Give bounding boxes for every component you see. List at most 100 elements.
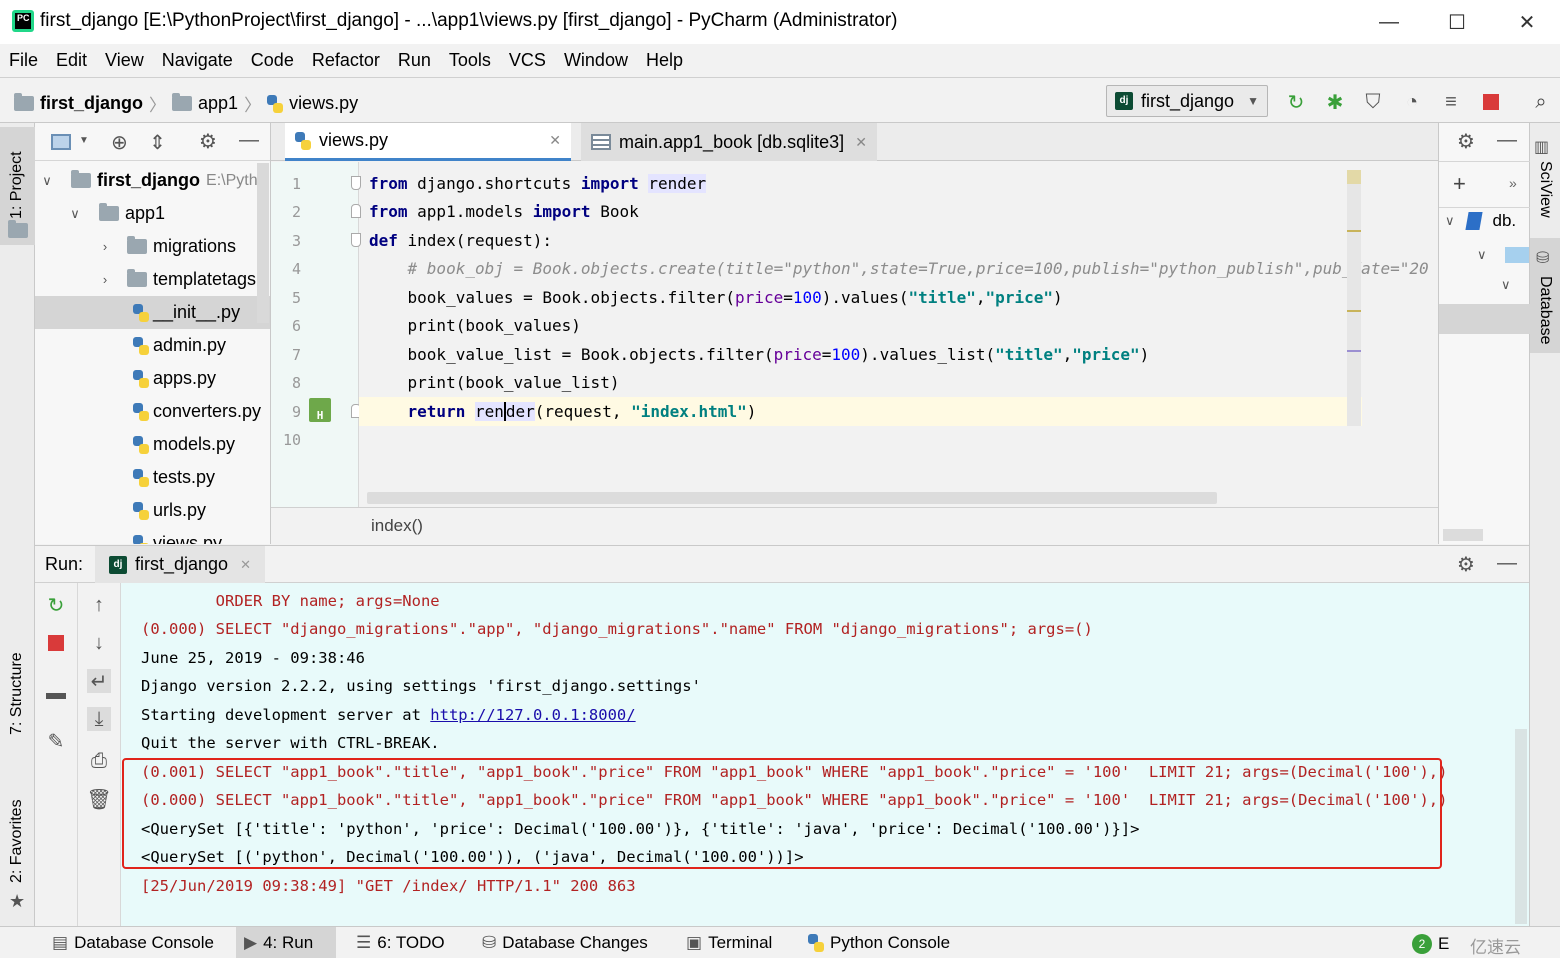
tool-tab-run[interactable]: ▶ 4: Run [236, 927, 336, 958]
project-scrollbar[interactable] [257, 163, 269, 323]
arrow-down-icon[interactable]: ↓ [87, 631, 111, 655]
menu-file[interactable]: File [9, 50, 38, 71]
stop-icon[interactable] [1479, 90, 1503, 114]
close-tab-icon[interactable]: ✕ [855, 134, 867, 151]
tree-item-admin[interactable]: admin.py [35, 329, 270, 362]
hide-icon[interactable]: — [1497, 552, 1517, 575]
event-log-button[interactable]: 2 E [1412, 934, 1449, 954]
gear-icon[interactable]: ⚙ [199, 129, 217, 154]
project-view-icon[interactable] [51, 134, 71, 150]
structure-tool-tab[interactable]: 7: Structure [0, 652, 35, 763]
gear-icon[interactable]: ⚙ [1457, 129, 1475, 154]
code-editor[interactable]: from django.shortcuts import render from… [359, 162, 1438, 507]
trash-icon[interactable]: 🗑 [86, 787, 111, 811]
tree-item-views[interactable]: views.py [35, 527, 270, 544]
favorites-tool-tab[interactable]: 2: Favorites ★ [0, 795, 35, 915]
soft-wrap-icon[interactable]: ↵ [87, 669, 111, 693]
close-window-button[interactable]: ✕ [1504, 6, 1550, 38]
add-icon[interactable]: + [1453, 171, 1466, 197]
chevron-right-icon[interactable]: › [97, 272, 113, 287]
db-item-label: db. [1492, 211, 1517, 230]
run-console[interactable]: ORDER BY name; args=None (0.000) SELECT … [121, 583, 1529, 926]
tree-item-templatetags[interactable]: › templatetags [35, 263, 270, 296]
database-panel: ⚙ — + » ∨ db. ∨ ∨ [1438, 123, 1530, 544]
menu-run[interactable]: Run [398, 50, 431, 71]
tool-tab-database-console[interactable]: ▤ Database Console [44, 927, 222, 958]
tree-item-apps[interactable]: apps.py [35, 362, 270, 395]
concurrency-icon[interactable]: ≡ [1439, 90, 1463, 114]
error-stripe[interactable] [1347, 170, 1361, 426]
search-icon[interactable]: ⌕ [1529, 90, 1553, 114]
menu-navigate[interactable]: Navigate [162, 50, 233, 71]
profile-icon[interactable]: ◔ [1400, 90, 1424, 114]
menu-code[interactable]: Code [251, 50, 294, 71]
chevron-right-icon[interactable]: › [97, 239, 113, 254]
layout-icon[interactable]: ▬ [44, 681, 68, 705]
breadcrumb-project[interactable]: first_django [40, 93, 143, 114]
tool-tab-todo[interactable]: ☰ 6: TODO [348, 927, 453, 958]
debug-icon[interactable]: ✱ [1323, 90, 1347, 114]
db-scrollbar[interactable] [1443, 529, 1483, 541]
scroll-to-end-icon[interactable]: ⤓ [87, 707, 111, 731]
db-tree-item[interactable]: ∨ db. [1445, 211, 1516, 231]
run-config-selector[interactable]: dj first_django ▼ [1106, 85, 1268, 117]
tree-item-urls[interactable]: urls.py [35, 494, 270, 527]
tree-root[interactable]: ∨ first_django E:\Pytho [35, 164, 270, 197]
expand-icon[interactable]: » [1509, 175, 1517, 191]
tool-tab-python-console[interactable]: Python Console [800, 927, 958, 958]
menu-vcs[interactable]: VCS [509, 50, 546, 71]
rerun-icon[interactable]: ↻ [44, 593, 68, 617]
coverage-icon[interactable]: ⛉ [1361, 90, 1385, 114]
chevron-down-icon[interactable]: ∨ [1501, 277, 1511, 293]
db-selected-row[interactable] [1439, 304, 1530, 334]
tree-item-app1[interactable]: ∨ app1 [35, 197, 270, 230]
menu-view[interactable]: View [105, 50, 144, 71]
horizontal-scrollbar[interactable] [367, 492, 1217, 504]
hide-icon[interactable]: — [239, 129, 259, 152]
menu-help[interactable]: Help [646, 50, 683, 71]
hide-icon[interactable]: — [1497, 129, 1517, 152]
console-scrollbar[interactable] [1515, 729, 1527, 924]
inspection-status-icon[interactable] [1347, 170, 1361, 184]
minimize-button[interactable]: — [1366, 6, 1412, 38]
server-url-link[interactable]: http://127.0.0.1:8000/ [430, 706, 635, 724]
collapse-all-icon[interactable]: ⇕ [149, 130, 166, 155]
chevron-down-icon[interactable]: ∨ [1445, 213, 1455, 229]
tree-item-converters[interactable]: converters.py [35, 395, 270, 428]
rerun-icon[interactable]: ↻ [1284, 90, 1308, 114]
locate-icon[interactable]: ⊕ [111, 130, 128, 155]
tab-views-py[interactable]: views.py ✕ [285, 123, 571, 161]
chevron-down-icon[interactable]: ∨ [39, 173, 55, 189]
stop-icon[interactable] [44, 631, 68, 655]
project-tool-tab[interactable]: 1: Project [0, 127, 35, 245]
breadcrumb-folder[interactable]: app1 [198, 93, 238, 114]
chevron-down-icon[interactable]: ∨ [1477, 247, 1487, 263]
chevron-down-icon[interactable]: ▼ [79, 135, 89, 146]
print-icon[interactable]: ⎙ [87, 749, 111, 773]
breadcrumb-file[interactable]: views.py [289, 93, 358, 114]
tool-tab-database-changes[interactable]: ⛁ Database Changes [474, 927, 656, 958]
close-tab-icon[interactable]: ✕ [240, 557, 251, 573]
close-tab-icon[interactable]: ✕ [549, 132, 561, 149]
function-breadcrumb[interactable]: index() [371, 516, 423, 536]
todo-icon: ☰ [356, 933, 372, 952]
database-tool-tab[interactable]: ⛁ Database [1530, 238, 1560, 353]
gear-icon[interactable]: ⚙ [1457, 552, 1475, 577]
pin-icon[interactable]: ✎ [44, 729, 68, 753]
tool-tab-terminal[interactable]: ▣ Terminal [678, 927, 780, 958]
menu-edit[interactable]: Edit [56, 50, 87, 71]
chevron-down-icon[interactable]: ∨ [67, 206, 83, 222]
tree-item-migrations[interactable]: › migrations [35, 230, 270, 263]
tab-main-app1-book[interactable]: main.app1_book [db.sqlite3] ✕ [581, 123, 877, 161]
menu-tools[interactable]: Tools [449, 50, 491, 71]
html-template-gutter-icon[interactable]: H [309, 398, 331, 422]
tree-item-init[interactable]: __init__.py [35, 296, 270, 329]
maximize-button[interactable]: ☐ [1434, 6, 1480, 38]
run-tab-first-django[interactable]: dj first_django ✕ [95, 546, 265, 583]
menu-window[interactable]: Window [564, 50, 628, 71]
tree-item-tests[interactable]: tests.py [35, 461, 270, 494]
tree-item-models[interactable]: models.py [35, 428, 270, 461]
sciview-tab[interactable]: SciView [1536, 161, 1554, 218]
arrow-up-icon[interactable]: ↑ [87, 593, 111, 617]
menu-refactor[interactable]: Refactor [312, 50, 380, 71]
